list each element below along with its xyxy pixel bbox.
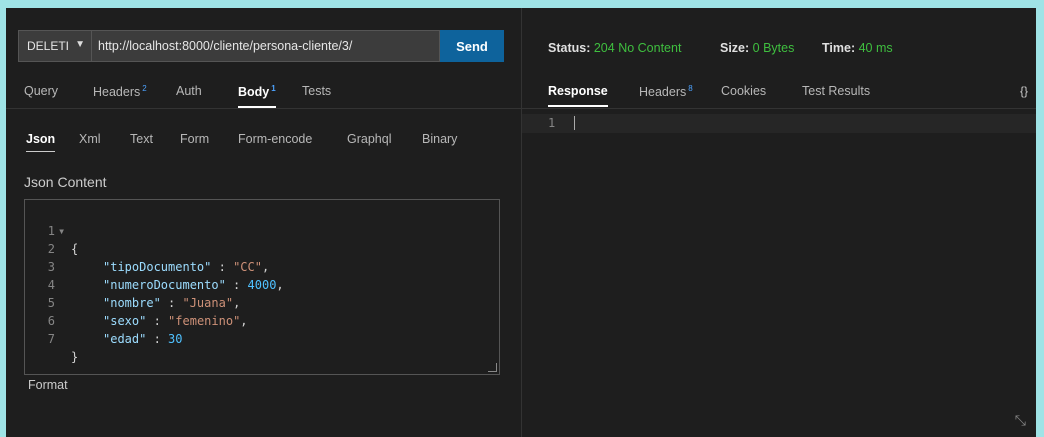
tab-auth[interactable]: Auth xyxy=(176,84,202,98)
tab-xml[interactable]: Xml xyxy=(79,132,101,146)
json-value: 4000 xyxy=(247,278,277,292)
size-label: Size: xyxy=(720,41,750,55)
tab-label: Headers xyxy=(639,85,687,100)
time-indicator: Time: 40 ms xyxy=(822,41,893,55)
tab-query[interactable]: Query xyxy=(24,84,58,98)
tab-text[interactable]: Text xyxy=(130,132,153,146)
time-label: Time: xyxy=(822,41,856,55)
json-comma: , xyxy=(240,314,248,328)
time-value: 40 ms xyxy=(858,41,893,55)
send-button[interactable]: Send xyxy=(440,30,504,62)
request-pane: DELETI ▼ http://localhost:8000/cliente/p… xyxy=(6,8,521,437)
code-line: 7 } xyxy=(25,312,83,364)
chevron-down-icon: ▼ xyxy=(75,39,85,50)
tab-response-headers[interactable]: Headers 8 xyxy=(639,84,693,99)
json-comma: , xyxy=(261,260,270,274)
json-key: "edad" xyxy=(103,332,147,346)
json-key: "numeroDocumento" xyxy=(103,278,226,292)
response-pane: Status: 204 No Content Size: 0 Bytes Tim… xyxy=(522,8,1036,437)
tab-badge: 1 xyxy=(271,84,276,93)
code-line: 3 "numeroDocumento" : 4000, xyxy=(25,240,284,292)
code-line: 4 "nombre" : "Juana", xyxy=(25,258,241,310)
json-separator: : xyxy=(146,314,169,328)
tab-graphql[interactable]: Graphql xyxy=(347,132,391,146)
size-indicator: Size: 0 Bytes xyxy=(720,41,794,55)
json-comma: , xyxy=(276,278,284,292)
request-tabs: Query Headers 2 Auth Body 1 Tests xyxy=(6,78,521,109)
json-value: "Juana" xyxy=(182,296,234,310)
tab-tests[interactable]: Tests xyxy=(302,84,331,98)
code-text: } xyxy=(71,350,79,364)
format-button[interactable]: Format xyxy=(28,378,68,392)
tab-test-results[interactable]: Test Results xyxy=(802,84,870,98)
tab-form-encode[interactable]: Form-encode xyxy=(238,132,312,146)
json-comma: , xyxy=(233,296,241,310)
json-key: "nombre" xyxy=(103,296,161,310)
json-value: "CC" xyxy=(233,260,262,274)
tab-badge: 8 xyxy=(688,84,693,93)
status-indicator: Status: 204 No Content xyxy=(548,41,681,55)
tab-binary[interactable]: Binary xyxy=(422,132,457,146)
tab-label: Tests xyxy=(302,84,332,98)
json-key: "tipoDocumento" xyxy=(103,260,212,274)
tab-form[interactable]: Form xyxy=(180,132,209,146)
json-separator: : xyxy=(146,332,169,346)
json-separator: : xyxy=(225,278,248,292)
size-value: 0 Bytes xyxy=(752,41,795,55)
tab-body[interactable]: Body 1 xyxy=(238,84,276,109)
braces-icon[interactable]: {} xyxy=(1020,84,1028,98)
tab-cookies[interactable]: Cookies xyxy=(721,84,766,98)
line-number: 7 xyxy=(47,332,55,346)
tab-label: Test Results xyxy=(802,84,871,98)
response-editor-line[interactable] xyxy=(522,114,1036,133)
resize-handle-icon[interactable] xyxy=(488,363,497,372)
tab-response[interactable]: Response xyxy=(548,84,608,107)
app-window: DELETI ▼ http://localhost:8000/cliente/p… xyxy=(6,8,1036,437)
json-value: "femenino" xyxy=(168,314,241,328)
code-line: 1 ▾ { xyxy=(25,204,83,256)
tab-json[interactable]: Json xyxy=(26,132,56,152)
line-number: 1 xyxy=(548,116,556,130)
tab-label: Auth xyxy=(176,84,202,98)
tab-label: Body xyxy=(238,85,270,100)
json-value: 30 xyxy=(168,332,183,346)
tab-label: Headers xyxy=(93,85,141,100)
body-type-tabs: Json Xml Text Form Form-encode Graphql B… xyxy=(6,130,521,156)
url-input[interactable]: http://localhost:8000/cliente/persona-cl… xyxy=(92,30,440,62)
json-separator: : xyxy=(160,296,183,310)
code-line: 5 "sexo" : "femenino", xyxy=(25,276,248,328)
method-value: DELETI xyxy=(27,39,70,53)
json-content-label: Json Content xyxy=(24,174,107,190)
code-line: 2 "tipoDocumento" : "CC", xyxy=(25,222,269,274)
tab-headers[interactable]: Headers 2 xyxy=(93,84,147,99)
tab-label: Cookies xyxy=(721,84,767,98)
tab-label: Query xyxy=(24,84,59,98)
method-select[interactable]: DELETI ▼ xyxy=(18,30,92,62)
status-value: 204 No Content xyxy=(593,41,682,55)
json-separator: : xyxy=(211,260,234,274)
expand-icon[interactable]: ⤡ xyxy=(1015,412,1026,429)
tabs-divider xyxy=(522,108,1036,109)
tab-badge: 2 xyxy=(142,84,147,93)
json-editor[interactable]: 1 ▾ { 2 "tipoDocumento" : "CC", 3 "numero… xyxy=(24,199,500,375)
tab-label: Response xyxy=(548,84,608,98)
text-cursor xyxy=(574,116,575,130)
json-key: "sexo" xyxy=(103,314,147,328)
status-label: Status: xyxy=(548,41,591,55)
code-line: 6 "edad" : 30 xyxy=(25,294,183,346)
